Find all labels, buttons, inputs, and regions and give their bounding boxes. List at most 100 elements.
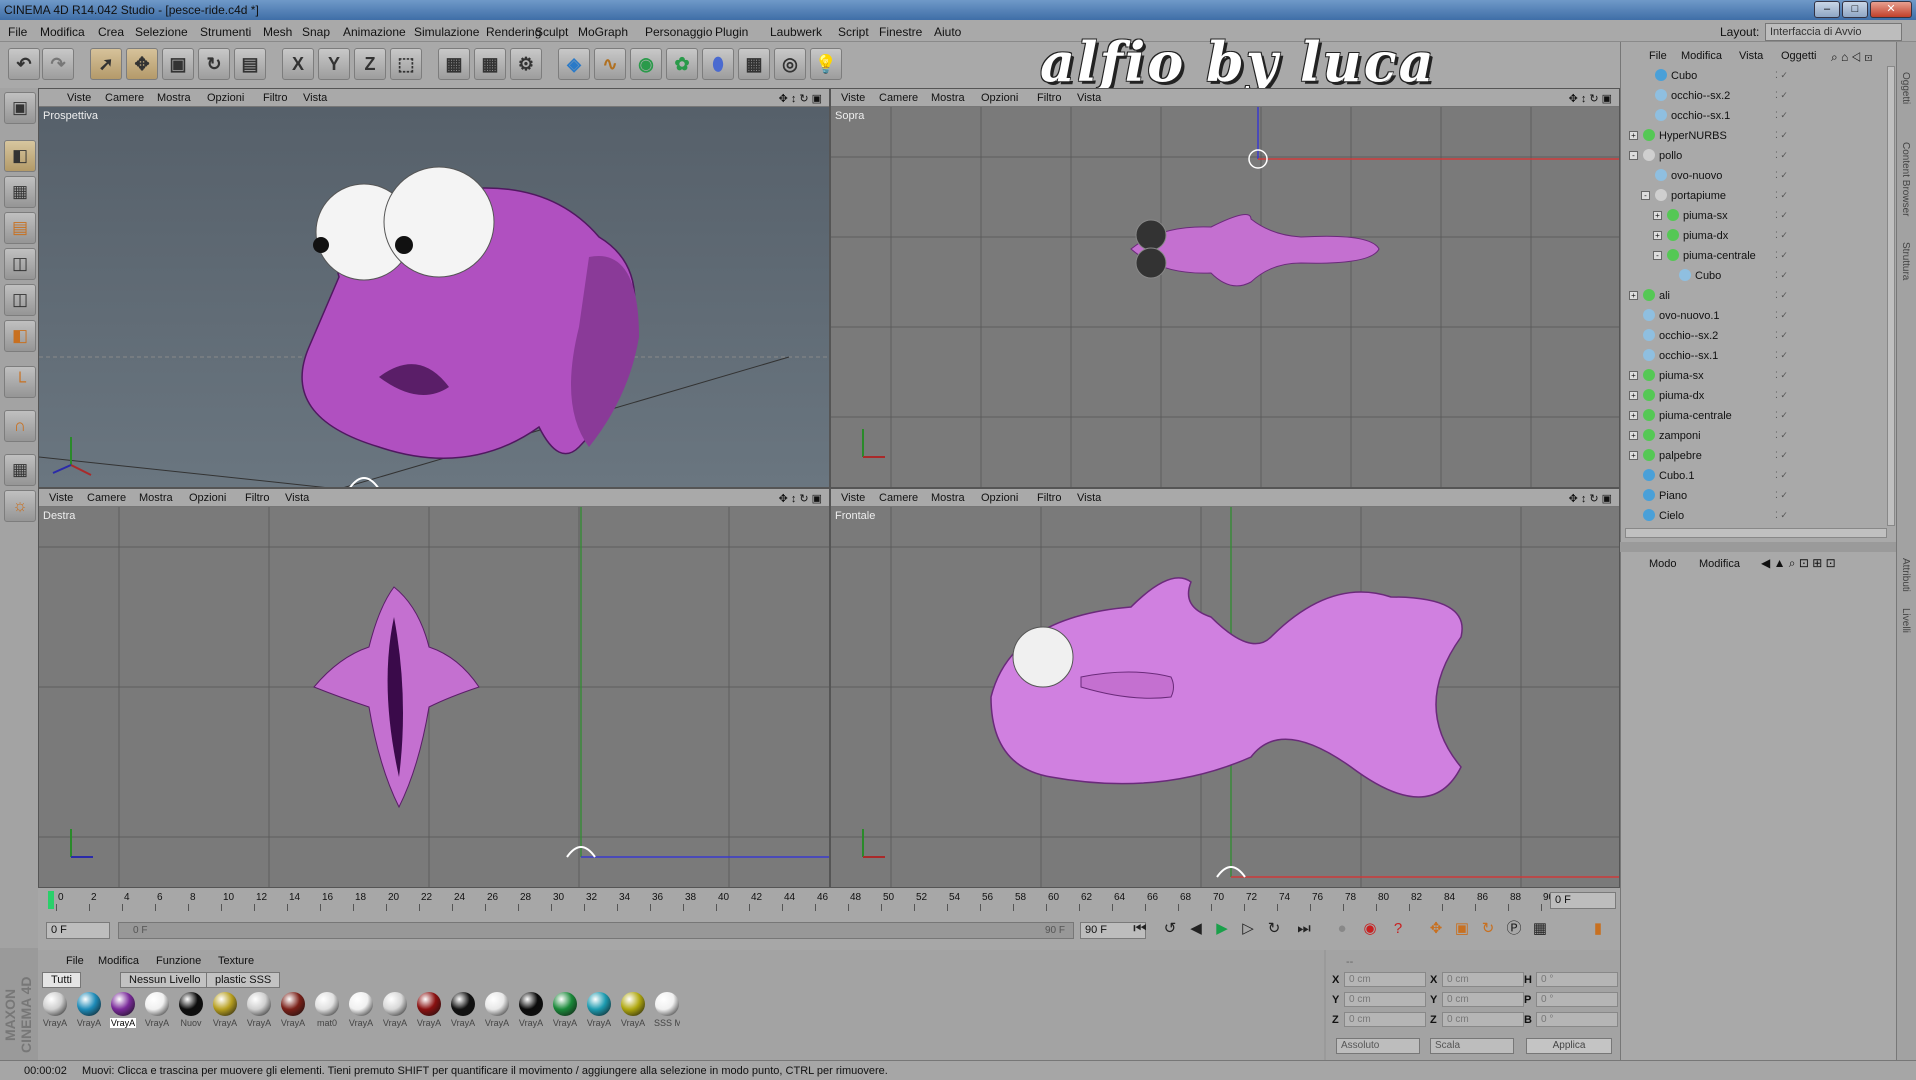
mat-menu-modifica[interactable]: Modifica	[98, 955, 139, 967]
viewport-canvas[interactable]	[39, 107, 829, 487]
menu-laubwerk[interactable]: Laubwerk	[770, 25, 822, 39]
scale-tool-button[interactable]: ▣	[162, 48, 194, 80]
undo-button[interactable]: ↶	[8, 48, 40, 80]
cube-primitive-button[interactable]: ◈	[558, 48, 590, 80]
coord-value-field[interactable]: 0 cm	[1344, 972, 1426, 987]
om-menu-modifica[interactable]: Modifica	[1681, 50, 1722, 62]
object-row[interactable]: Cubo ⁚ ✓	[1625, 66, 1885, 86]
viewport-nav-icons[interactable]: ✥↕↻▣	[779, 92, 825, 105]
object-row[interactable]: + HyperNURBS ⁚ ✓	[1625, 126, 1885, 146]
expand-toggle-icon[interactable]: +	[1629, 391, 1638, 400]
vp-menu-mostra[interactable]: Mostra	[931, 492, 965, 504]
object-row[interactable]: + piuma-dx ⁚ ✓	[1625, 386, 1885, 406]
prev-frame-icon[interactable]: ◀	[1184, 918, 1208, 942]
expand-toggle-icon[interactable]: +	[1629, 451, 1638, 460]
model-mode-icon[interactable]: ◧	[4, 140, 36, 172]
viewport-nav-icons[interactable]: ✥↕↻▣	[1569, 92, 1615, 105]
coord-value-field[interactable]: 0 cm	[1442, 1012, 1524, 1027]
object-row[interactable]: Cielo ⁚ ✓	[1625, 506, 1885, 522]
am-menu-modo[interactable]: Modo	[1649, 558, 1677, 570]
snap-grid-icon[interactable]: ▦	[4, 454, 36, 486]
key-position-icon[interactable]: ✥	[1424, 918, 1448, 942]
material-swatch[interactable]: VrayA	[348, 992, 374, 1034]
key-scale-icon[interactable]: ▣	[1450, 918, 1474, 942]
material-swatch[interactable]: VrayA	[552, 992, 578, 1034]
texture-mode-icon[interactable]: ▦	[4, 176, 36, 208]
object-row[interactable]: occhio--sx.2 ⁚ ✓	[1625, 86, 1885, 106]
menu-selezione[interactable]: Selezione	[135, 25, 188, 39]
vp-menu-mostra[interactable]: Mostra	[931, 92, 965, 104]
expand-toggle-icon[interactable]: +	[1629, 431, 1638, 440]
play-icon[interactable]: ▶	[1210, 918, 1234, 942]
object-name[interactable]: ali	[1659, 290, 1670, 302]
visibility-dots-icon[interactable]: ⁚ ✓	[1775, 490, 1788, 501]
timeline-ruler[interactable]: 0 2 4 6 8 10 12 14 16 18 20 22 24 26 28 30 32 34 36 38 40 42 4…	[38, 888, 1620, 912]
visibility-dots-icon[interactable]: ⁚ ✓	[1775, 310, 1788, 321]
menu-script[interactable]: Script	[838, 25, 869, 39]
menu-rendering[interactable]: Rendering	[486, 25, 541, 39]
object-row[interactable]: - portapiume ⁚ ✓	[1625, 186, 1885, 206]
vp-menu-vista[interactable]: Vista	[1077, 92, 1101, 104]
material-swatch[interactable]: VrayA	[620, 992, 646, 1034]
visibility-dots-icon[interactable]: ⁚ ✓	[1775, 130, 1788, 141]
light-button[interactable]: 💡	[810, 48, 842, 80]
vp-menu-filtro[interactable]: Filtro	[1037, 492, 1061, 504]
object-name[interactable]: occhio--sx.1	[1671, 110, 1730, 122]
visibility-dots-icon[interactable]: ⁚ ✓	[1775, 510, 1788, 521]
object-name[interactable]: occhio--sx.1	[1659, 350, 1718, 362]
object-name[interactable]: ovo-nuovo	[1671, 170, 1722, 182]
rotate-tool-button[interactable]: ↻	[198, 48, 230, 80]
vp-menu-camere[interactable]: Camere	[879, 492, 918, 504]
viewport-nav-icons[interactable]: ✥↕↻▣	[779, 492, 825, 505]
visibility-dots-icon[interactable]: ⁚ ✓	[1775, 390, 1788, 401]
object-row[interactable]: + ali ⁚ ✓	[1625, 286, 1885, 306]
mat-menu-texture[interactable]: Texture	[218, 955, 254, 967]
expand-toggle-icon[interactable]: +	[1629, 371, 1638, 380]
close-button[interactable]: ✕	[1870, 1, 1912, 18]
material-swatch[interactable]: VrayA	[280, 992, 306, 1034]
object-name[interactable]: piuma-sx	[1683, 210, 1728, 222]
minimize-button[interactable]: –	[1814, 1, 1840, 18]
mat-tab-nessun-livello[interactable]: Nessun Livello	[120, 972, 210, 988]
visibility-dots-icon[interactable]: ⁚ ✓	[1775, 190, 1788, 201]
scene-button[interactable]: ▦	[738, 48, 770, 80]
select-tool-button[interactable]: ➚	[90, 48, 122, 80]
key-rotation-icon[interactable]: ↻	[1476, 918, 1500, 942]
side-tab-attributi[interactable]: Attributi	[1900, 558, 1911, 592]
coord-value-field[interactable]: 0 °	[1536, 992, 1618, 1007]
menu-crea[interactable]: Crea	[98, 25, 124, 39]
z-axis-lock-button[interactable]: Z	[354, 48, 386, 80]
viewport-canvas[interactable]	[831, 107, 1619, 487]
visibility-dots-icon[interactable]: ⁚ ✓	[1775, 350, 1788, 361]
object-row[interactable]: Cubo ⁚ ✓	[1625, 266, 1885, 286]
expand-toggle-icon[interactable]: +	[1653, 211, 1662, 220]
coord-value-field[interactable]: 0 cm	[1442, 972, 1524, 987]
expand-toggle-icon[interactable]: +	[1629, 291, 1638, 300]
visibility-dots-icon[interactable]: ⁚ ✓	[1775, 250, 1788, 261]
vp-menu-viste[interactable]: Viste	[67, 92, 91, 104]
autokey-icon[interactable]: ◉	[1358, 918, 1382, 942]
y-axis-lock-button[interactable]: Y	[318, 48, 350, 80]
object-name[interactable]: Cubo.1	[1659, 470, 1694, 482]
timeline-window-icon[interactable]: ▮	[1586, 918, 1610, 942]
menu-personaggio[interactable]: Personaggio	[645, 25, 712, 39]
visibility-dots-icon[interactable]: ⁚ ✓	[1775, 210, 1788, 221]
frame-range-slider[interactable]: 0 F 90 F	[118, 922, 1074, 939]
object-name[interactable]: portapiume	[1671, 190, 1726, 202]
camera-button[interactable]: ◎	[774, 48, 806, 80]
vp-menu-camere[interactable]: Camere	[87, 492, 126, 504]
object-name[interactable]: occhio--sx.2	[1671, 90, 1730, 102]
key-param-icon[interactable]: Ⓟ	[1502, 918, 1526, 942]
material-swatch[interactable]: VrayA	[518, 992, 544, 1034]
deformer-button[interactable]: ⬮	[702, 48, 734, 80]
material-swatch[interactable]: mat0	[314, 992, 340, 1034]
vp-menu-filtro[interactable]: Filtro	[263, 92, 287, 104]
visibility-dots-icon[interactable]: ⁚ ✓	[1775, 230, 1788, 241]
om-menu-file[interactable]: File	[1649, 50, 1667, 62]
object-row[interactable]: + piuma-dx ⁚ ✓	[1625, 226, 1885, 246]
vp-menu-vista[interactable]: Vista	[1077, 492, 1101, 504]
layout-select[interactable]: Interfaccia di Avvio	[1765, 23, 1902, 41]
object-row[interactable]: occhio--sx.1 ⁚ ✓	[1625, 106, 1885, 126]
menu-file[interactable]: File	[8, 25, 27, 39]
visibility-dots-icon[interactable]: ⁚ ✓	[1775, 330, 1788, 341]
